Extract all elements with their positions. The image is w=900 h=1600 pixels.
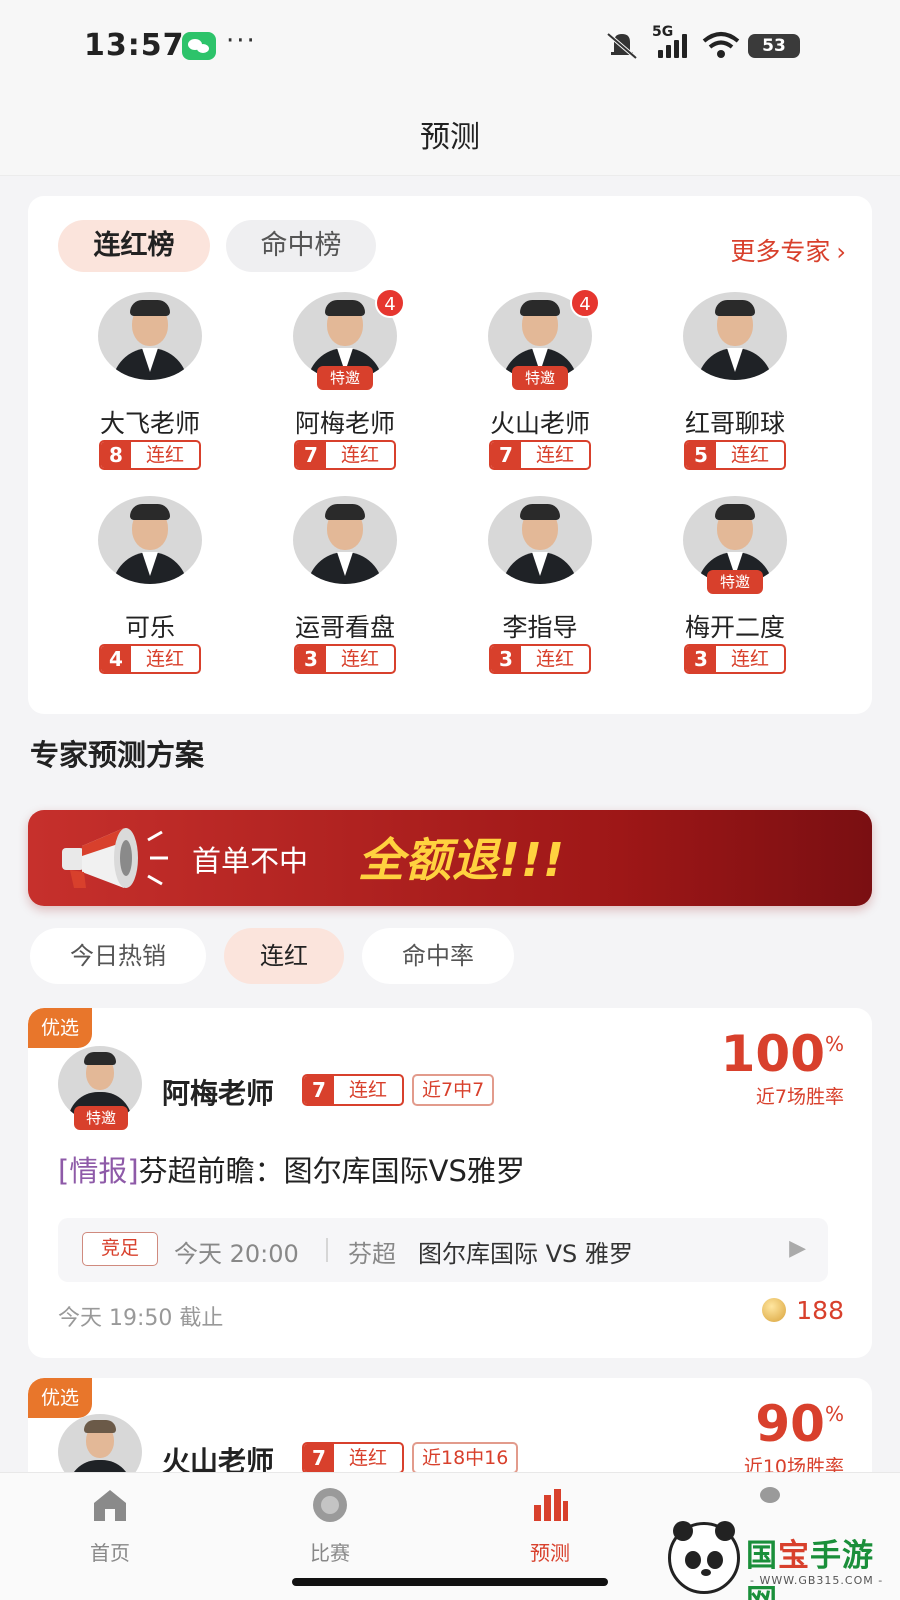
price[interactable]: 188 — [762, 1296, 844, 1325]
expert-item[interactable]: 红哥聊球 5 连红 — [635, 292, 835, 492]
expert-name[interactable]: 阿梅老师 — [162, 1072, 274, 1112]
pick-tag: 优选 — [28, 1378, 92, 1418]
more-notifications-icon: ··· — [226, 26, 257, 56]
nav-home[interactable]: 首页 — [50, 1485, 170, 1566]
more-experts-link[interactable]: 更多专家 › — [730, 232, 846, 268]
streak-badge: 7 连红 — [302, 1074, 404, 1106]
avatar[interactable] — [683, 292, 787, 380]
recent-record-badge: 近7中7 — [412, 1074, 495, 1106]
streak-badge: 5 连红 — [684, 440, 786, 470]
chevron-right-icon: › — [836, 238, 846, 266]
page-header: 预测 — [0, 96, 900, 176]
avatar[interactable] — [293, 496, 397, 584]
expert-item[interactable]: 4 特邀火山老师 7 连红 — [440, 288, 640, 492]
streak-badge: 3 连红 — [294, 644, 396, 674]
invited-tag: 特邀 — [317, 366, 373, 390]
league-badge: 竞足 — [82, 1232, 158, 1266]
nav-matches[interactable]: 比赛 — [270, 1485, 390, 1566]
count-badge: 4 — [570, 288, 600, 318]
avatar[interactable] — [98, 292, 202, 380]
match-time: 今天 20:00 — [174, 1240, 299, 1268]
win-rate-caption: 近7场胜率 — [755, 1086, 844, 1108]
home-indicator[interactable] — [292, 1578, 608, 1586]
banner-headline: 全额退!!! — [358, 833, 565, 887]
pick-tag: 优选 — [28, 1008, 92, 1048]
expert-board: 连红榜 命中榜 更多专家 › 大飞老师 8 连红 4 特邀 阿梅老师 7 连红 4 特邀 火山老师 7 连… — [28, 196, 872, 714]
expert-item[interactable]: 大飞老师 8 连红 — [50, 292, 250, 492]
play-arrow-icon[interactable]: ▶ — [789, 1236, 806, 1261]
streak-badge: 8 连红 — [99, 440, 201, 470]
expert-name: 可乐 — [124, 613, 175, 642]
banner-subtext: 首单不中 — [192, 844, 309, 878]
count-badge: 4 — [375, 288, 405, 318]
panda-logo-icon — [668, 1521, 740, 1594]
tab-streak-ranking[interactable]: 连红榜 — [58, 220, 210, 272]
invited-tag: 特邀 — [74, 1106, 128, 1130]
mute-icon — [606, 32, 638, 60]
streak-badge: 7 连红 — [302, 1442, 404, 1474]
invited-tag: 特邀 — [707, 570, 763, 594]
watermark-title: 国宝手游网 — [746, 1538, 874, 1600]
win-rate-value: 90 — [755, 1395, 825, 1453]
status-bar: 13:57 ··· 5G 53 — [0, 0, 900, 96]
page-title: 预测 — [420, 120, 480, 155]
filter-today-hot[interactable]: 今日热销 — [30, 928, 206, 984]
expert-name: 阿梅老师 — [294, 409, 395, 438]
plan-card[interactable]: 优选 特邀 阿梅老师 7 连红 近7中7 100% 近7场胜率 [情报]芬超前瞻… — [28, 1008, 872, 1358]
expert-item[interactable]: 4 特邀阿梅老师 7 连红 — [245, 288, 445, 492]
section-title: 专家预测方案 — [30, 738, 205, 772]
expert-name: 红哥聊球 — [684, 409, 785, 438]
recent-record-badge: 近18中16 — [412, 1442, 519, 1474]
tab-hit-ranking[interactable]: 命中榜 — [226, 220, 376, 272]
invited-tag: 特邀 — [512, 366, 568, 390]
filter-hit-rate[interactable]: 命中率 — [362, 928, 514, 984]
streak-badge: 3 连红 — [489, 644, 591, 674]
cellular-signal-icon: 5G — [652, 24, 692, 60]
match-row[interactable]: 竞足 今天 20:00 芬超 图尔库国际 VS 雅罗 ▶ — [58, 1218, 828, 1282]
battery-icon: 53 — [748, 34, 800, 58]
wifi-icon — [702, 32, 740, 58]
expert-name: 火山老师 — [489, 409, 590, 438]
expert-name: 运哥看盘 — [294, 613, 395, 642]
home-icon — [94, 1490, 126, 1521]
expert-name: 李指导 — [502, 613, 578, 642]
win-rate-value: 100 — [720, 1025, 825, 1083]
expert-item[interactable]: 李指导 3 连红 — [440, 496, 640, 696]
refund-promo-banner[interactable]: 首单不中 全额退!!! — [28, 810, 872, 906]
expert-item[interactable]: 运哥看盘 3 连红 — [245, 496, 445, 696]
divider — [326, 1238, 328, 1262]
streak-badge: 4 连红 — [99, 644, 201, 674]
streak-badge: 7 连红 — [294, 440, 396, 470]
match-teams: 图尔库国际 VS 雅罗 — [418, 1240, 633, 1268]
expert-name: 大飞老师 — [99, 409, 200, 438]
coin-icon — [762, 1298, 787, 1322]
streak-badge: 7 连红 — [489, 440, 591, 470]
status-time: 13:57 — [84, 28, 185, 63]
megaphone-icon — [62, 828, 168, 888]
match-icon — [313, 1488, 347, 1522]
competition-name: 芬超 — [348, 1240, 396, 1268]
filter-streak[interactable]: 连红 — [224, 928, 344, 984]
expert-item[interactable]: 特邀梅开二度 3 连红 — [635, 496, 835, 696]
chart-icon — [534, 1489, 568, 1521]
headline-tag: [情报] — [58, 1154, 139, 1188]
plan-headline[interactable]: [情报]芬超前瞻：图尔库国际VS雅罗 — [58, 1148, 525, 1190]
avatar[interactable] — [488, 496, 592, 584]
watermark-url: - WWW.GB315.COM - — [750, 1574, 884, 1587]
avatar[interactable] — [98, 496, 202, 584]
nav-predict[interactable]: 预测 — [490, 1485, 610, 1566]
win-rate: 100% 近7场胜率 — [720, 1025, 844, 1108]
wechat-icon — [182, 32, 216, 60]
streak-badge: 3 连红 — [684, 644, 786, 674]
expert-name: 梅开二度 — [684, 613, 785, 642]
win-rate: 90% 近10场胜率 — [743, 1395, 844, 1478]
deadline-text: 今天 19:50 截止 — [58, 1306, 224, 1331]
site-watermark: 国宝手游网 - WWW.GB315.COM - — [668, 1518, 896, 1600]
expert-item[interactable]: 可乐 4 连红 — [50, 496, 250, 696]
